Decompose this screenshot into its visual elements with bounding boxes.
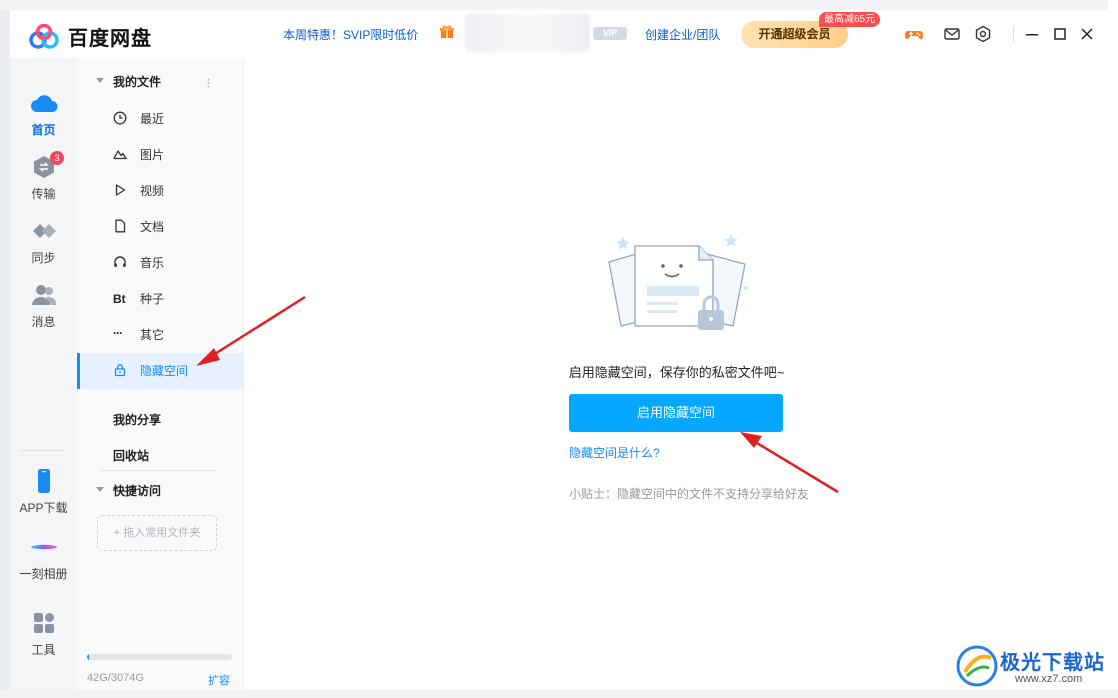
sidebar-divider [99,470,217,471]
more-icon: ··· [113,326,123,340]
vip-badge: VIP [593,27,627,40]
nav-home-label: 首页 [31,123,56,137]
sidebar-item-music[interactable]: 音乐 [77,245,244,281]
sidebar-item-label: 最近 [140,112,165,126]
transfer-badge: 3 [50,151,64,165]
nav-sync-label: 同步 [31,251,56,265]
cloud-icon [30,95,57,112]
expand-storage-link[interactable]: 扩容 [208,672,230,688]
hidden-space-hint: 启用隐藏空间，保存你的私密文件吧~ [568,365,785,380]
nav-message-label: 消息 [31,315,56,329]
nav-message[interactable]: 消息 [10,282,77,330]
sidebar-item-documents[interactable]: 文档 [77,209,244,245]
drag-folder-dropzone[interactable]: + 拖入常用文件夹 [97,515,217,551]
watermark-logo-icon [956,645,998,687]
my-files-label: 我的文件 [113,75,162,89]
sidebar-item-recent[interactable]: 最近 [77,101,244,137]
file-sidebar: 我的文件 最近 图片 视频 文档 音乐 Bt 种子 ··· 其它 隐藏空间 我的… [77,58,244,690]
app-logo[interactable]: 百度网盘 [28,22,152,51]
background-strip [0,0,1118,10]
sidebar-item-label: 隐藏空间 [140,364,189,378]
quick-access-header[interactable]: 快捷访问 [77,473,244,509]
hidden-space-tip: 小贴士：隐藏空间中的文件不支持分享给好友 [569,487,810,501]
nav-album-label: 一刻相册 [19,567,68,581]
nav-album[interactable]: 一刻相册 [10,534,77,582]
nav-transfer[interactable]: 3 传输 [10,151,77,202]
sidebar-item-label: 文档 [140,220,165,234]
background-bottom-edge [0,690,1118,698]
headphones-icon [114,256,126,267]
title-bar: 百度网盘 本周特惠！SVIP限时低价 VIP 创建企业/团队 开通超级会员 最高… [10,10,1108,58]
collapse-triangle-icon [96,78,104,83]
sidebar-item-others[interactable]: ··· 其它 [77,317,244,353]
album-icon [30,544,57,550]
app-window: 百度网盘 本周特惠！SVIP限时低价 VIP 创建企业/团队 开通超级会员 最高… [10,10,1108,690]
discount-badge: 最高减65元 [819,12,881,27]
titlebar-divider [1013,26,1014,42]
my-files-header[interactable]: 我的文件 [77,64,244,100]
nav-home[interactable]: 首页 [10,90,77,138]
background-right-edge [1108,0,1118,698]
sidebar-item-label: 种子 [140,292,165,306]
sidebar-item-torrents[interactable]: Bt 种子 [77,281,244,317]
hidden-space-illustration [608,234,748,330]
main-content: 启用隐藏空间，保存你的私密文件吧~ 启用隐藏空间 隐藏空间是什么? 小贴士：隐藏… [245,58,1108,690]
watermark-title: 极光下载站 [1000,652,1105,674]
nav-app-download-label: APP下载 [19,501,68,515]
nav-transfer-label: 传输 [31,187,56,201]
watermark-url: www.xz7.com [1015,673,1083,685]
left-nav: 首页 3 传输 同步 消息 APP下载 一刻相册 工具 [10,58,77,690]
tools-icon [33,613,54,633]
nav-tools[interactable]: 工具 [10,610,77,658]
sidebar-item-label: 其它 [140,328,165,342]
collapse-triangle-icon [96,487,104,492]
my-share-link[interactable]: 我的分享 [113,411,161,428]
baidu-netdisk-logo-icon [29,23,59,49]
game-controller-icon[interactable] [905,25,923,43]
image-icon [113,150,127,160]
sidebar-item-videos[interactable]: 视频 [77,173,244,209]
nav-app-download[interactable]: APP下载 [10,468,77,516]
mail-icon[interactable] [943,25,961,43]
maximize-icon[interactable] [1050,24,1070,44]
sidebar-item-label: 音乐 [140,256,165,270]
clock-icon [113,111,127,125]
sync-icon [32,224,56,238]
close-icon[interactable] [1077,24,1097,44]
nav-divider [20,450,65,451]
what-is-hidden-space-link[interactable]: 隐藏空间是什么? [569,444,660,461]
storage-usage-text: 42G/3074G [87,672,144,684]
gift-icon[interactable] [440,25,454,39]
promo-link[interactable]: 本周特惠！SVIP限时低价 [283,26,418,43]
nav-sync[interactable]: 同步 [10,218,77,266]
document-icon [115,219,126,233]
sidebar-item-images[interactable]: 图片 [77,137,244,173]
storage-progress [87,654,232,660]
app-title: 百度网盘 [68,28,152,50]
create-enterprise-link[interactable]: 创建企业/团队 [645,26,720,43]
minimize-icon[interactable] [1022,24,1042,44]
sidebar-item-label: 图片 [140,148,165,162]
message-icon [31,285,56,305]
more-options-icon[interactable] [207,78,210,88]
enable-hidden-space-button[interactable]: 启用隐藏空间 [569,394,783,432]
sidebar-item-hidden-space[interactable]: 隐藏空间 [77,353,244,389]
user-info-blurred[interactable] [465,14,590,52]
phone-icon [37,469,50,493]
storage-progress-fill [87,654,90,660]
lock-icon [114,364,126,377]
settings-icon[interactable] [974,25,992,43]
recycle-bin-link[interactable]: 回收站 [113,447,149,464]
sidebar-item-label: 视频 [140,184,165,198]
play-icon [115,184,126,196]
quick-access-label: 快捷访问 [113,484,162,498]
bt-icon: Bt [113,292,126,306]
site-watermark: 极光下载站 www.xz7.com [955,642,1110,692]
nav-tools-label: 工具 [31,643,56,657]
